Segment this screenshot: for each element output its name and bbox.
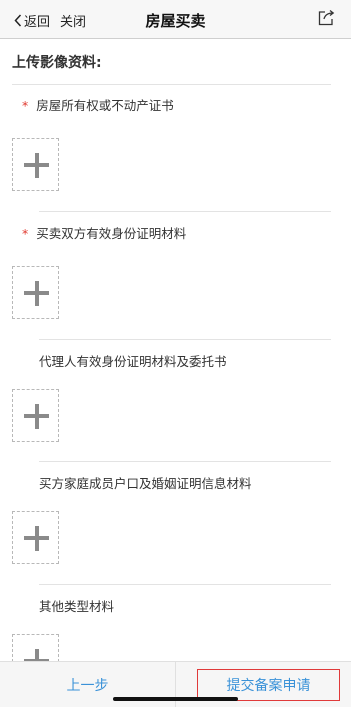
required-star: * (22, 226, 29, 241)
upload-item-label: * 房屋所有权或不动产证书 (22, 95, 174, 114)
item-divider (39, 461, 331, 462)
item-label-text: 代理人有效身份证明材料及委托书 (39, 354, 227, 369)
nav-bar: 返回 关闭 房屋买卖 (0, 0, 351, 39)
upload-button[interactable] (12, 266, 59, 319)
chevron-left-icon (14, 14, 22, 27)
upload-button[interactable] (12, 511, 59, 564)
item-label-text: 房屋所有权或不动产证书 (36, 98, 174, 113)
item-label-text: 其他类型材料 (39, 599, 115, 614)
upload-item-label: 代理人有效身份证明材料及委托书 (39, 351, 227, 370)
section-divider (12, 84, 331, 85)
item-label-text: 买卖双方有效身份证明材料 (36, 226, 187, 241)
home-indicator[interactable] (113, 697, 238, 701)
section-title: 上传影像资料: (12, 55, 102, 71)
share-icon (318, 9, 335, 26)
close-button[interactable]: 关闭 (60, 11, 86, 30)
item-divider (39, 584, 331, 585)
item-divider (39, 211, 331, 212)
upload-button[interactable] (12, 138, 59, 191)
back-label: 返回 (24, 15, 51, 30)
item-divider (39, 339, 331, 340)
required-star: * (22, 98, 29, 113)
upload-button[interactable] (12, 389, 59, 442)
upload-item-label: * 买卖双方有效身份证明材料 (22, 223, 186, 242)
share-button[interactable] (317, 9, 335, 30)
page-title: 房屋买卖 (145, 12, 206, 30)
upload-item-label: 其他类型材料 (39, 596, 114, 615)
upload-item-label: 买方家庭成员户口及婚姻证明信息材料 (39, 473, 252, 492)
back-button[interactable]: 返回 (14, 11, 50, 30)
item-label-text: 买方家庭成员户口及婚姻证明信息材料 (39, 476, 252, 491)
